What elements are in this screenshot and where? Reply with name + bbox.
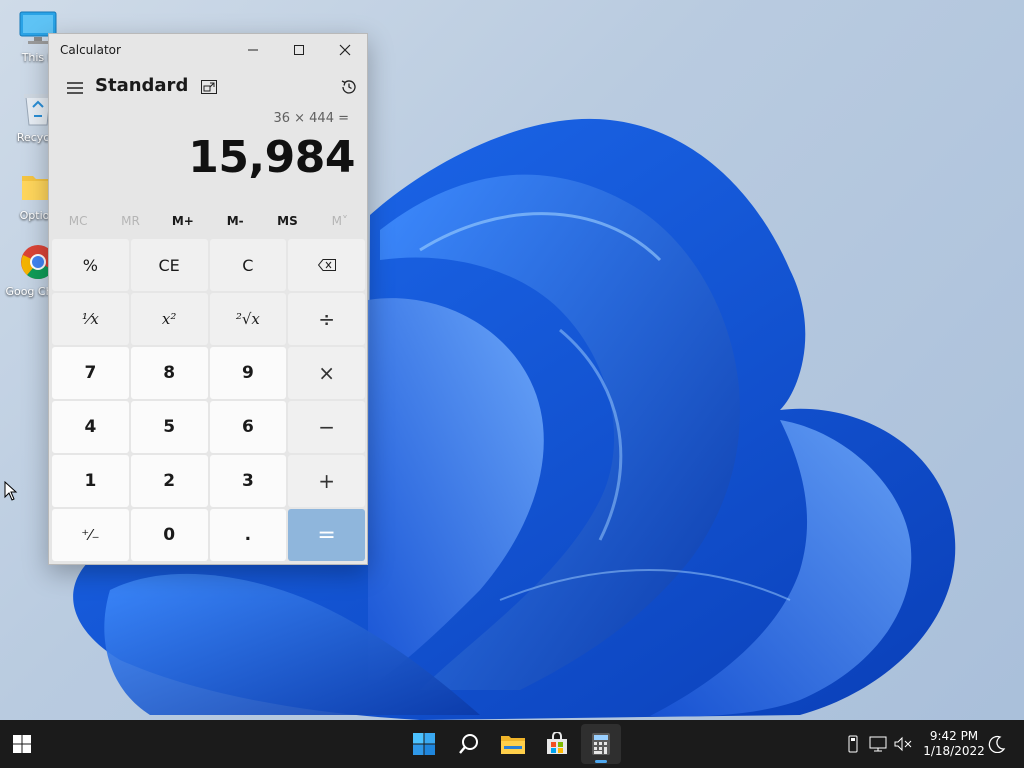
keep-on-top-icon [201, 80, 217, 94]
taskbar-start-windows11[interactable] [404, 724, 444, 764]
multiply-button[interactable]: × [288, 347, 365, 399]
history-icon [341, 80, 356, 94]
decimal-button[interactable]: . [209, 509, 287, 561]
maximize-icon [294, 45, 304, 55]
memory-clear-button[interactable]: MC [52, 205, 104, 237]
mouse-cursor-icon [4, 481, 18, 501]
digit-4-button[interactable]: 4 [52, 401, 129, 453]
close-button[interactable] [322, 34, 368, 66]
start-button[interactable] [2, 724, 42, 764]
clear-button[interactable]: C [209, 239, 287, 291]
square-button[interactable]: x² [130, 293, 208, 345]
negate-button[interactable]: ⁺⁄₋ [52, 509, 129, 561]
keep-on-top-button[interactable] [195, 72, 223, 102]
expression-display: 36 × 444 = [273, 111, 349, 126]
minimize-button[interactable] [230, 34, 276, 66]
navigation-menu-button[interactable] [57, 72, 93, 104]
taskbar-file-explorer[interactable] [493, 724, 533, 764]
hamburger-icon [67, 82, 83, 94]
taskbar-microsoft-store[interactable] [537, 724, 577, 764]
digit-1-button[interactable]: 1 [52, 455, 129, 507]
backspace-icon [317, 259, 336, 271]
square-root-button[interactable]: ²√x [209, 293, 287, 345]
percent-button[interactable]: % [52, 239, 129, 291]
taskbar-clock[interactable]: 9:42 PM 1/18/2022 [920, 729, 988, 759]
subtract-button[interactable]: − [288, 401, 365, 453]
digit-9-button[interactable]: 9 [209, 347, 287, 399]
digit-8-button[interactable]: 8 [130, 347, 208, 399]
keypad: % CE C ¹⁄x x² ²√x ÷ 7 8 9 × 4 5 6 − 1 2 … [52, 239, 365, 561]
clock-date: 1/18/2022 [923, 744, 985, 758]
windows-logo-icon [13, 735, 31, 753]
tray-usb-device[interactable] [842, 732, 864, 756]
digit-2-button[interactable]: 2 [130, 455, 208, 507]
search-icon [459, 734, 478, 754]
clock-time: 9:42 PM [929, 729, 979, 743]
maximize-button[interactable] [276, 34, 322, 66]
result-display: 15,984 [188, 132, 355, 183]
memory-subtract-button[interactable]: M- [209, 205, 261, 237]
title-bar[interactable]: Calculator [49, 34, 367, 66]
tray-focus-assist[interactable] [986, 732, 1008, 756]
clear-entry-button[interactable]: CE [130, 239, 208, 291]
memory-store-button[interactable]: MS [261, 205, 313, 237]
tray-volume[interactable] [893, 732, 915, 756]
minimize-icon [248, 49, 258, 51]
network-icon [869, 736, 887, 752]
calculator-icon [592, 733, 610, 755]
file-explorer-icon [501, 736, 525, 754]
history-button[interactable] [333, 72, 365, 102]
digit-5-button[interactable]: 5 [130, 401, 208, 453]
backspace-button[interactable] [288, 239, 365, 291]
digit-0-button[interactable]: 0 [130, 509, 208, 561]
moon-icon [988, 735, 1006, 753]
taskbar-calculator[interactable] [581, 724, 621, 764]
memory-list-button[interactable]: M˅ [314, 205, 366, 237]
add-button[interactable]: + [288, 455, 365, 507]
memory-add-button[interactable]: M+ [157, 205, 209, 237]
taskbar: 9:42 PM 1/18/2022 [0, 720, 1024, 768]
calculator-window[interactable]: Calculator Standard 36 × 444 = 15,984 MC… [48, 33, 368, 565]
window-title: Calculator [60, 43, 121, 57]
close-icon [339, 44, 351, 56]
memory-recall-button[interactable]: MR [104, 205, 156, 237]
app-bar: Standard [49, 66, 367, 108]
digit-3-button[interactable]: 3 [209, 455, 287, 507]
taskbar-search-button[interactable] [449, 724, 489, 764]
equals-button[interactable]: = [288, 509, 365, 561]
store-icon [547, 732, 567, 754]
digit-7-button[interactable]: 7 [52, 347, 129, 399]
calculator-mode-title: Standard [95, 75, 189, 96]
tray-network[interactable] [868, 732, 890, 756]
digit-6-button[interactable]: 6 [209, 401, 287, 453]
volume-muted-icon [894, 736, 912, 752]
reciprocal-button[interactable]: ¹⁄x [52, 293, 129, 345]
windows-logo-icon [413, 733, 435, 755]
usb-device-icon [848, 735, 858, 753]
divide-button[interactable]: ÷ [288, 293, 365, 345]
memory-row: MC MR M+ M- MS M˅ [49, 205, 369, 237]
